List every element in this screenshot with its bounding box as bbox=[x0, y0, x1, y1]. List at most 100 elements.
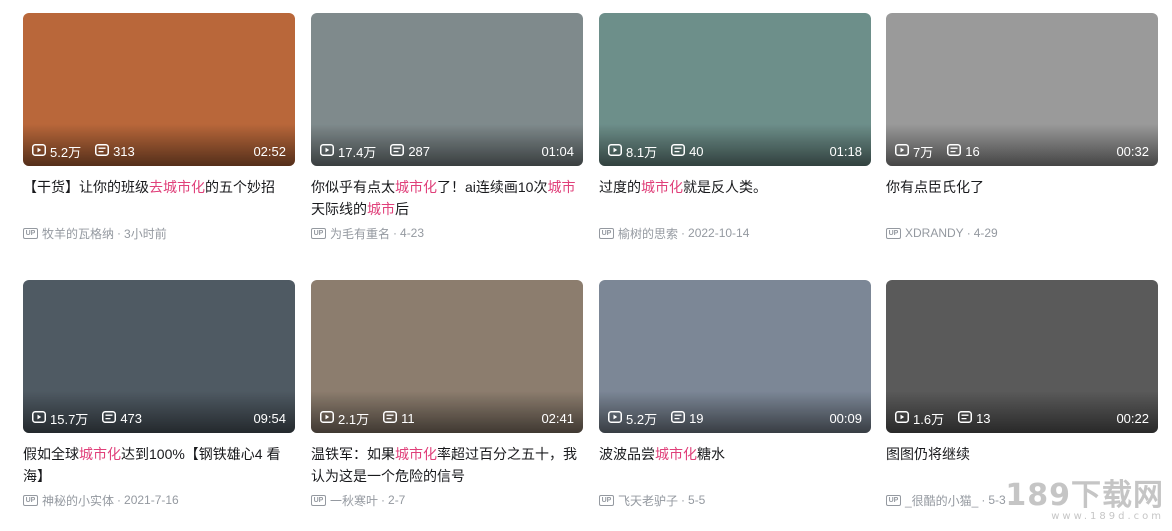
play-count-icon bbox=[320, 410, 338, 426]
video-duration: 02:52 bbox=[253, 143, 286, 159]
author-name[interactable]: 飞天老驴子 bbox=[618, 492, 678, 509]
publish-date: 2-7 bbox=[388, 493, 406, 507]
video-card[interactable]: 5.2万 19 00:09 波波品尝城市化糖水 UP 飞天老驴子 · 5-5 bbox=[599, 280, 871, 509]
video-card[interactable]: 1.6万 13 00:22 图图仍将继续 UP _很酷的小猫_ · 5-3 bbox=[886, 280, 1158, 509]
video-stats: 5.2万 19 00:09 bbox=[608, 409, 862, 427]
video-card[interactable]: 5.2万 313 02:52 【干货】让你的班级去城市化的五个妙招 UP 牧羊的… bbox=[23, 13, 295, 242]
title-keyword-highlight: 城市 bbox=[547, 179, 576, 195]
danmaku-stat: 13 bbox=[958, 410, 991, 426]
title-text: 你似乎有点太 bbox=[311, 179, 395, 195]
danmaku-icon bbox=[947, 143, 965, 159]
title-keyword-highlight: 城市化 bbox=[395, 446, 437, 462]
video-thumbnail[interactable]: 5.2万 313 02:52 bbox=[23, 13, 295, 166]
danmaku-stat: 287 bbox=[390, 143, 430, 159]
play-count-icon bbox=[895, 143, 913, 159]
view-count: 2.1万 bbox=[338, 411, 370, 427]
video-thumbnail[interactable]: 15.7万 473 09:54 bbox=[23, 280, 295, 433]
danmaku-count: 16 bbox=[965, 143, 980, 159]
danmaku-count: 19 bbox=[689, 410, 704, 426]
view-count: 5.2万 bbox=[50, 144, 82, 160]
up-icon: UP bbox=[599, 227, 614, 239]
meta-separator: · bbox=[381, 493, 386, 507]
views-stat: 2.1万 bbox=[320, 409, 369, 428]
meta-separator: · bbox=[981, 493, 986, 507]
views-stat: 8.1万 bbox=[608, 142, 657, 161]
video-duration: 00:09 bbox=[829, 410, 862, 426]
video-duration: 01:04 bbox=[541, 143, 574, 159]
danmaku-stat: 19 bbox=[671, 410, 704, 426]
title-text: 了！ai连续画10次 bbox=[437, 179, 548, 195]
title-text: 温铁军：如果 bbox=[311, 446, 395, 462]
video-duration: 01:18 bbox=[829, 143, 862, 159]
author-name[interactable]: 为毛有重名 bbox=[330, 225, 390, 242]
title-keyword-highlight: 城市 bbox=[367, 201, 395, 217]
video-thumbnail[interactable]: 17.4万 287 01:04 bbox=[311, 13, 583, 166]
author-name[interactable]: 牧羊的瓦格纳 bbox=[42, 225, 114, 242]
views-stat: 15.7万 bbox=[32, 409, 88, 428]
video-thumbnail[interactable]: 2.1万 11 02:41 bbox=[311, 280, 583, 433]
up-icon: UP bbox=[886, 494, 901, 506]
up-icon: UP bbox=[886, 227, 901, 239]
view-count: 5.2万 bbox=[626, 411, 658, 427]
play-count-icon bbox=[608, 410, 626, 426]
video-card[interactable]: 17.4万 287 01:04 你似乎有点太城市化了！ai连续画10次城市天际线… bbox=[311, 13, 583, 242]
danmaku-stat: 11 bbox=[383, 410, 415, 426]
play-count-icon bbox=[895, 410, 913, 426]
video-meta: UP 神秘的小实体 · 2021-7-16 bbox=[23, 491, 295, 509]
video-stats: 1.6万 13 00:22 bbox=[895, 409, 1149, 427]
play-count-icon bbox=[608, 143, 626, 159]
danmaku-count: 473 bbox=[120, 410, 143, 426]
danmaku-icon bbox=[383, 410, 401, 426]
video-meta: UP 榆树的思索 · 2022-10-14 bbox=[599, 224, 871, 242]
video-stats: 8.1万 40 01:18 bbox=[608, 142, 862, 160]
author-name[interactable]: _很酷的小猫_ bbox=[905, 492, 978, 509]
video-title[interactable]: 过度的城市化就是反人类。 bbox=[599, 176, 871, 220]
title-text: 假如全球 bbox=[23, 446, 79, 462]
video-stats: 17.4万 287 01:04 bbox=[320, 142, 574, 160]
publish-date: 4-29 bbox=[973, 226, 998, 240]
video-card[interactable]: 2.1万 11 02:41 温铁军：如果城市化率超过百分之五十，我认为这是一个危… bbox=[311, 280, 583, 509]
video-meta: UP 一秋寒叶 · 2-7 bbox=[311, 491, 583, 509]
video-card[interactable]: 8.1万 40 01:18 过度的城市化就是反人类。 UP 榆树的思索 · 20… bbox=[599, 13, 871, 242]
author-name[interactable]: XDRANDY bbox=[905, 226, 964, 240]
video-thumbnail[interactable]: 1.6万 13 00:22 bbox=[886, 280, 1158, 433]
video-thumbnail[interactable]: 8.1万 40 01:18 bbox=[599, 13, 871, 166]
meta-separator: · bbox=[117, 493, 122, 507]
video-title[interactable]: 【干货】让你的班级去城市化的五个妙招 bbox=[23, 176, 295, 220]
title-keyword-highlight: 城市化 bbox=[655, 446, 697, 462]
meta-separator: · bbox=[393, 226, 398, 240]
up-icon: UP bbox=[23, 227, 38, 239]
meta-separator: · bbox=[966, 226, 971, 240]
title-text: 后 bbox=[395, 201, 409, 217]
video-thumbnail[interactable]: 7万 16 00:32 bbox=[886, 13, 1158, 166]
up-icon: UP bbox=[311, 494, 326, 506]
danmaku-count: 13 bbox=[976, 410, 991, 426]
publish-date: 2021-7-16 bbox=[124, 493, 179, 507]
video-thumbnail[interactable]: 5.2万 19 00:09 bbox=[599, 280, 871, 433]
video-title[interactable]: 你有点臣氏化了 bbox=[886, 176, 1158, 220]
title-text: 波波品尝 bbox=[599, 446, 655, 462]
author-name[interactable]: 神秘的小实体 bbox=[42, 492, 114, 509]
danmaku-stat: 313 bbox=[95, 143, 135, 159]
author-name[interactable]: 榆树的思索 bbox=[618, 225, 678, 242]
meta-separator: · bbox=[681, 226, 686, 240]
title-keyword-highlight: 去城市化 bbox=[149, 179, 205, 195]
danmaku-icon bbox=[102, 410, 120, 426]
video-duration: 02:41 bbox=[541, 410, 574, 426]
view-count: 8.1万 bbox=[626, 144, 658, 160]
site-watermark: 189下载网 www.189d.com bbox=[1005, 478, 1164, 523]
play-count-icon bbox=[320, 143, 338, 159]
play-count-icon bbox=[32, 143, 50, 159]
video-title[interactable]: 温铁军：如果城市化率超过百分之五十，我认为这是一个危险的信号 bbox=[311, 443, 583, 487]
meta-separator: · bbox=[681, 493, 686, 507]
video-meta: UP 飞天老驴子 · 5-5 bbox=[599, 491, 871, 509]
video-title[interactable]: 假如全球城市化达到100%【钢铁雄心4 看海】 bbox=[23, 443, 295, 487]
title-text: 你有点臣氏化了 bbox=[886, 179, 984, 195]
video-card[interactable]: 15.7万 473 09:54 假如全球城市化达到100%【钢铁雄心4 看海】 … bbox=[23, 280, 295, 509]
title-keyword-highlight: 城市化 bbox=[641, 179, 683, 195]
author-name[interactable]: 一秋寒叶 bbox=[330, 492, 378, 509]
video-card[interactable]: 7万 16 00:32 你有点臣氏化了 UP XDRANDY · 4-29 bbox=[886, 13, 1158, 242]
video-title[interactable]: 你似乎有点太城市化了！ai连续画10次城市天际线的城市后 bbox=[311, 176, 583, 220]
title-text: 天际线的 bbox=[311, 201, 367, 217]
video-title[interactable]: 波波品尝城市化糖水 bbox=[599, 443, 871, 487]
